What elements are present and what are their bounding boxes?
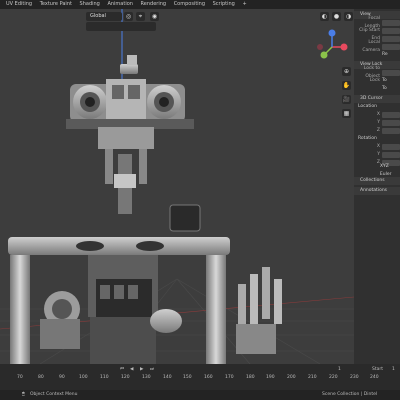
tick-label: 190 — [266, 375, 275, 380]
rotation-y-label: Y — [377, 152, 380, 157]
focal-length-field[interactable] — [382, 20, 400, 26]
shading-solid-icon[interactable]: ● — [332, 12, 341, 21]
mouse-icon: 🖱 — [22, 392, 25, 397]
location-z-label: Z — [376, 128, 380, 133]
tick-label: 100 — [79, 375, 88, 380]
snap-icon[interactable]: ⌖ — [136, 12, 145, 21]
workspace-tab-bar: UV Editing Texture Paint Shading Animati… — [0, 0, 400, 9]
timeline[interactable]: ⏮ ◀ ▶ ⏭ 1 Start 1 70 80 90 100 110 120 1… — [0, 364, 400, 390]
zoom-icon[interactable]: ⊕ — [342, 67, 351, 76]
rotation-z-label: Z — [376, 160, 380, 165]
3d-viewport[interactable]: Global ◎ ⌖ ◉ ◐ ● ◑ ⊕ ✋ 🎥 ▦ — [0, 9, 354, 364]
right-hand — [236, 267, 282, 354]
perspective-toggle-icon[interactable]: ▦ — [342, 109, 351, 118]
timeline-ruler[interactable]: 70 80 90 100 110 120 130 140 150 160 170… — [0, 375, 400, 382]
tick-label: 210 — [308, 375, 317, 380]
left-hand — [40, 291, 80, 349]
jump-end-icon[interactable]: ⏭ — [150, 366, 154, 374]
start-value[interactable]: 1 — [392, 366, 395, 374]
play-reverse-icon[interactable]: ◀ — [130, 366, 133, 374]
tick-label: 110 — [100, 375, 109, 380]
tick-label: 80 — [38, 375, 44, 380]
tick-label: 230 — [350, 375, 359, 380]
tab-shading[interactable]: Shading — [80, 1, 100, 7]
tick-label: 120 — [121, 375, 130, 380]
robot-eyes — [70, 79, 185, 122]
view-overlay-icon[interactable]: ◐ — [320, 12, 329, 21]
local-camera-toggle[interactable] — [382, 44, 400, 50]
rotation-y-field[interactable] — [382, 152, 400, 158]
tick-label: 220 — [329, 375, 338, 380]
add-workspace-button[interactable]: + — [242, 1, 246, 7]
tick-label: 70 — [17, 375, 23, 380]
tick-label: 150 — [183, 375, 192, 380]
tab-animation[interactable]: Animation — [107, 1, 133, 7]
robot-scene — [0, 9, 354, 364]
rotation-x-label: X — [376, 144, 380, 149]
render-region-label[interactable]: Re — [382, 51, 388, 59]
playback-controls: ⏮ ◀ ▶ ⏭ 1 Start 1 — [0, 366, 400, 374]
proportional-editing-icon[interactable]: ◉ — [150, 12, 159, 21]
shading-material-icon[interactable]: ◑ — [344, 12, 353, 21]
location-y-label: Y — [377, 120, 380, 125]
clip-start-field[interactable] — [382, 28, 400, 34]
location-z-field[interactable] — [382, 128, 400, 134]
transform-tools-icon[interactable] — [86, 22, 156, 31]
pan-icon[interactable]: ✋ — [342, 81, 351, 90]
start-label: Start — [372, 367, 383, 372]
tab-rendering[interactable]: Rendering — [141, 1, 167, 7]
tab-uv-editing[interactable]: UV Editing — [6, 1, 32, 7]
tab-texture-paint[interactable]: Texture Paint — [40, 1, 72, 7]
status-bar: 🖱 Object Context Menu Scene Collection |… — [0, 390, 400, 400]
pivot-point-icon[interactable]: ◎ — [124, 12, 133, 21]
current-frame-field[interactable]: 1 — [338, 366, 341, 374]
clip-end-field[interactable] — [382, 36, 400, 42]
lock-label: Lock — [369, 78, 380, 83]
clip-start-label: Clip Start — [359, 28, 380, 33]
3d-cursor-section-header[interactable]: 3D Cursor — [354, 95, 400, 103]
tick-label: 130 — [142, 375, 151, 380]
sidebar-panel: View Focal Length Clip Start End Local C… — [354, 9, 400, 364]
jump-start-icon[interactable]: ⏮ — [120, 366, 124, 374]
tick-label: 180 — [246, 375, 255, 380]
local-camera-label: Local Camera — [362, 40, 380, 53]
camera-view-icon[interactable]: 🎥 — [342, 95, 351, 104]
y-axis-icon — [320, 51, 328, 59]
rotation-x-field[interactable] — [382, 144, 400, 150]
tick-label: 200 — [287, 375, 296, 380]
tab-scripting[interactable]: Scripting — [213, 1, 235, 7]
location-y-field[interactable] — [382, 120, 400, 126]
location-x-field[interactable] — [382, 112, 400, 118]
tick-label: 240 — [370, 375, 379, 380]
lock-option-1[interactable]: To — [382, 77, 387, 85]
play-icon[interactable]: ▶ — [140, 366, 143, 374]
location-x-label: X — [376, 112, 380, 117]
tab-compositing[interactable]: Compositing — [174, 1, 205, 7]
location-label: Location — [358, 104, 378, 109]
x-axis-icon — [340, 43, 348, 51]
z-axis-icon — [328, 29, 336, 37]
navigation-gizmo[interactable] — [312, 27, 352, 67]
lock-to-object-field[interactable] — [382, 70, 400, 76]
tick-label: 90 — [59, 375, 65, 380]
tick-label: 170 — [225, 375, 234, 380]
tick-label: 160 — [204, 375, 213, 380]
tick-label: 140 — [163, 375, 172, 380]
rotation-label: Rotation — [358, 136, 377, 141]
annotations-section-header[interactable]: Annotations — [354, 187, 400, 195]
scene-info: Scene Collection | Dintel — [322, 392, 378, 397]
status-hint: Object Context Menu — [30, 392, 78, 397]
transform-orientation-dropdown[interactable]: Global — [86, 12, 122, 21]
lock-option-2[interactable]: To — [382, 85, 387, 93]
